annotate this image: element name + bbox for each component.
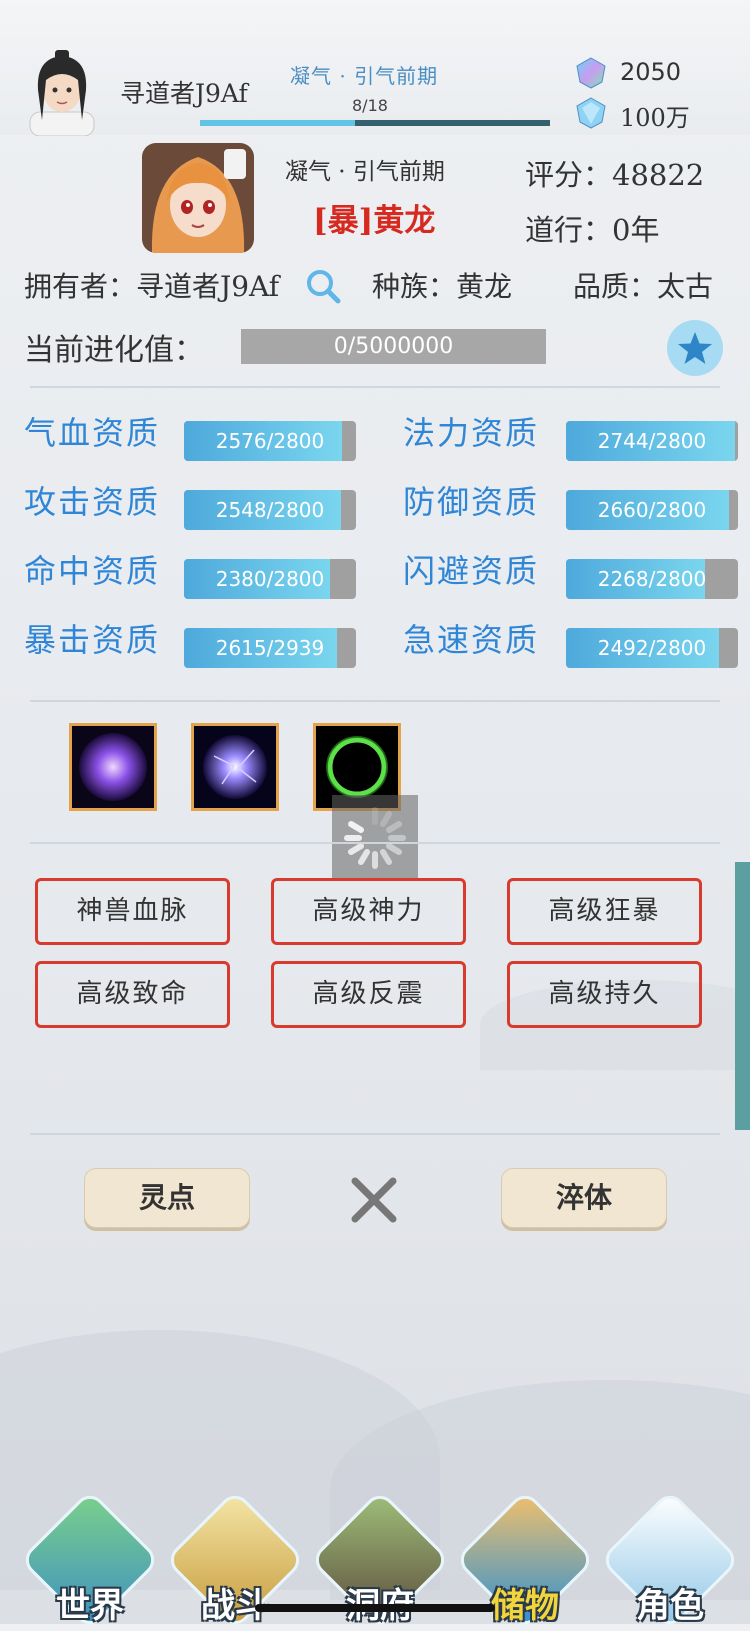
evolution-label: 当前进化值： [24,333,204,368]
stat-bar: 2380/2800 [184,559,356,599]
favorite-star-button[interactable] [667,320,723,376]
spinner-icon [344,807,406,869]
cuiti-button[interactable]: 淬体 [501,1168,667,1228]
stat-label: 急速资质 [403,621,540,659]
stat-bar: 2576/2800 [184,421,356,461]
stat-value: 2268/2800 [597,567,707,591]
divider [30,700,720,702]
skill-slot[interactable] [191,723,279,811]
divider [30,842,720,844]
stat-bar: 2744/2800 [566,421,738,461]
loading-spinner [332,795,418,881]
gold-count: 100万 [620,104,690,132]
side-scrollbar[interactable] [735,862,750,1130]
close-icon [351,1177,397,1223]
skill-slot[interactable] [69,723,157,811]
trait-gaoji-kuangbao[interactable]: 高级狂暴 [507,878,702,945]
pet-realm: 凝气 · 引气前期 [285,159,445,185]
nav-label: 角色 [636,1586,704,1626]
divider [30,1133,720,1135]
trait-gaoji-shenli[interactable]: 高级神力 [271,878,466,945]
exp-progress-bar [200,120,550,126]
exp-text: 8/18 [352,96,388,115]
nav-label: 战斗 [201,1586,269,1626]
nav-label: 储物 [491,1586,559,1626]
pet-race: 种族：黄龙 [372,270,513,303]
star-icon [678,332,712,364]
lingdian-button[interactable]: 灵点 [84,1168,250,1228]
evolution-progress-bar: 0/5000000 [241,329,546,364]
stat-label: 法力资质 [403,414,540,452]
stat-value: 2576/2800 [215,429,325,453]
player-name: 寻道者J9Af [120,79,248,108]
divider [30,386,720,388]
trait-shenshou-xuemai[interactable]: 神兽血脉 [35,878,230,945]
player-avatar[interactable] [22,50,102,137]
stat-label: 气血资质 [24,414,161,452]
stat-label: 防御资质 [403,483,540,521]
stat-value: 2492/2800 [597,636,707,660]
exp-progress-fill [200,120,356,126]
stat-bar: 2615/2939 [184,628,356,668]
purple-lightning-orb-icon [194,726,276,808]
nav-label: 世界 [56,1586,124,1626]
stat-label: 命中资质 [24,552,161,590]
stat-value: 2615/2939 [215,636,325,660]
evolution-value: 0/5000000 [333,334,454,359]
close-button[interactable] [347,1173,401,1227]
trait-gaoji-zhiming[interactable]: 高级致命 [35,961,230,1028]
stat-label: 暴击资质 [24,621,161,659]
jade-gem-icon [574,56,608,90]
stat-bar: 2548/2800 [184,490,356,530]
trait-gaoji-fanzhen[interactable]: 高级反震 [271,961,466,1028]
stat-value: 2744/2800 [597,429,707,453]
stat-value: 2548/2800 [215,498,325,522]
pet-dao: 道行：0年 [525,213,660,247]
stat-bar: 2268/2800 [566,559,738,599]
nav-character[interactable]: 角色 [599,1489,741,1631]
stat-bar: 2492/2800 [566,628,738,668]
pet-quality: 品质：太古 [573,270,714,303]
stat-label: 闪避资质 [403,552,540,590]
pet-owner: 拥有者：寻道者J9Af [24,270,280,303]
blue-gem-icon [574,96,608,130]
stat-value: 2660/2800 [597,498,707,522]
player-realm: 凝气 · 引气前期 [290,64,439,88]
search-icon[interactable] [305,268,341,304]
trait-gaoji-chijiu[interactable]: 高级持久 [507,961,702,1028]
purple-vortex-icon [72,726,154,808]
pet-score: 评分：48822 [525,158,705,192]
nav-world[interactable]: 世界 [19,1489,161,1631]
pet-name: [暴]黄龙 [313,203,436,239]
jade-count: 2050 [620,58,682,86]
home-indicator [255,1604,495,1612]
stat-bar: 2660/2800 [566,490,738,530]
nav-label: 洞府 [310,1578,450,1627]
stat-label: 攻击资质 [24,483,161,521]
stat-value: 2380/2800 [215,567,325,591]
pet-portrait[interactable] [142,143,254,253]
